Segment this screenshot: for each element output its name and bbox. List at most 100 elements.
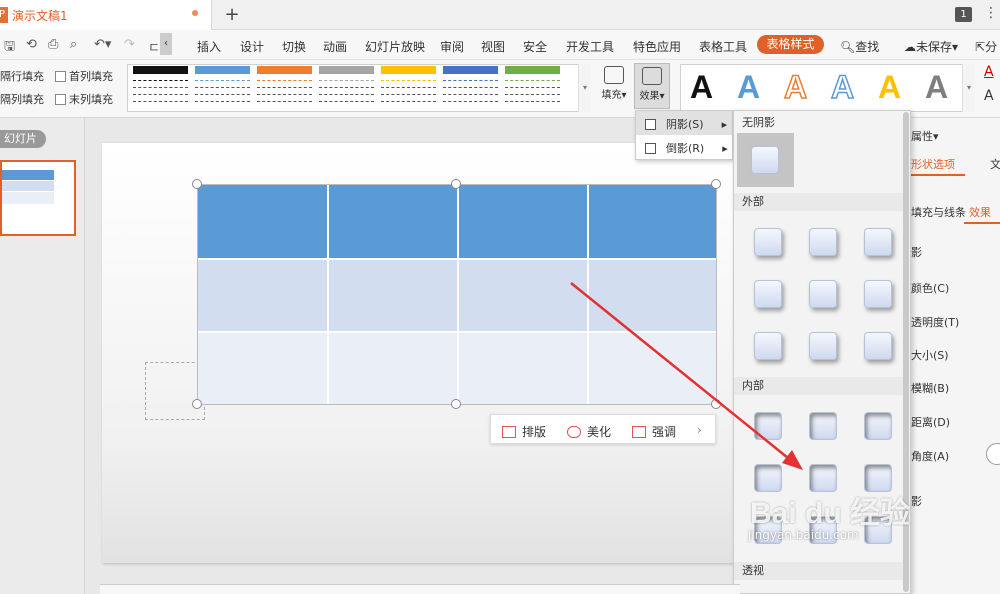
- outer-shadow-preset[interactable]: [754, 280, 782, 308]
- slide-table[interactable]: [197, 184, 717, 405]
- resize-handle[interactable]: [192, 179, 202, 189]
- table-style-swatch[interactable]: [381, 66, 436, 108]
- menu-view[interactable]: 视图: [481, 38, 505, 55]
- resize-handle[interactable]: [451, 179, 461, 189]
- active-tab-underline: [905, 174, 965, 176]
- document-tab[interactable]: P 演示文稿1: [0, 0, 212, 30]
- horizontal-scrollbar[interactable]: [100, 584, 740, 594]
- effects-tab[interactable]: 效果: [969, 204, 991, 220]
- active-tab-underline: [964, 222, 1000, 224]
- emphasize-button[interactable]: 强调: [632, 423, 676, 440]
- menu-table-tools[interactable]: 表格工具: [699, 38, 747, 55]
- effect-icon: [642, 67, 662, 85]
- outer-heading: 外部: [734, 193, 904, 211]
- undo-icon[interactable]: ↶▾: [94, 37, 111, 52]
- search-button[interactable]: 🔍︎查找: [840, 38, 879, 55]
- menu-special[interactable]: 特色应用: [633, 38, 681, 55]
- outer-shadow-preset[interactable]: [864, 280, 892, 308]
- table-style-swatch[interactable]: [319, 66, 374, 108]
- unsaved-dot-icon: [192, 10, 198, 16]
- checkbox: [55, 94, 66, 105]
- text-placeholder[interactable]: [145, 362, 205, 420]
- save-icon[interactable]: 🖫: [4, 37, 15, 59]
- beautify-button[interactable]: 美化: [567, 423, 611, 440]
- document-title: 演示文稿1: [12, 9, 68, 23]
- gallery-scroll[interactable]: ▾: [578, 64, 591, 112]
- outer-shadow-preset[interactable]: [809, 280, 837, 308]
- menu-security[interactable]: 安全: [523, 38, 547, 55]
- outer-shadow-preset[interactable]: [809, 332, 837, 360]
- thumb-row: [2, 170, 54, 180]
- outer-shadow-preset[interactable]: [754, 228, 782, 256]
- slide-thumbnail[interactable]: [0, 160, 76, 236]
- layout-icon: [502, 426, 516, 438]
- table-style-swatch[interactable]: [257, 66, 312, 108]
- text-outline-icon[interactable]: A: [984, 88, 994, 104]
- print-preview-icon[interactable]: ⌕: [70, 37, 77, 52]
- more-quick-icon[interactable]: ㄷ: [148, 37, 160, 56]
- wordart-scroll[interactable]: ▾: [962, 64, 975, 112]
- effect-button[interactable]: 效果▾: [634, 63, 670, 109]
- reflection-section-label: 影: [911, 495, 922, 508]
- resize-handle[interactable]: [711, 179, 721, 189]
- outer-shadow-preset[interactable]: [809, 228, 837, 256]
- share-button[interactable]: ⇱分: [975, 38, 997, 55]
- menu-table-style[interactable]: 表格样式: [757, 35, 824, 54]
- col-fill-option[interactable]: 隔列填充: [0, 91, 44, 107]
- menu-design[interactable]: 设计: [240, 38, 264, 55]
- chevron-right-icon: ▸: [721, 118, 728, 131]
- inner-shadow-preset[interactable]: [809, 412, 837, 440]
- scroll-left-icon[interactable]: ‹: [160, 33, 172, 55]
- no-shadow-option[interactable]: [737, 133, 794, 187]
- menu-developer[interactable]: 开发工具: [566, 38, 614, 55]
- shape-options-tab[interactable]: 形状选项: [911, 156, 955, 172]
- wordart-style[interactable]: A: [878, 64, 901, 110]
- resize-handle[interactable]: [192, 399, 202, 409]
- wordart-style[interactable]: A: [830, 64, 855, 110]
- menu-animation[interactable]: 动画: [323, 38, 347, 55]
- shadow-menu-item[interactable]: 阴影(S) ▸: [645, 116, 727, 132]
- layout-button[interactable]: 排版: [502, 423, 546, 440]
- last-col-option[interactable]: 末列填充: [55, 91, 113, 107]
- table-style-swatch[interactable]: [195, 66, 250, 108]
- resize-handle[interactable]: [711, 399, 721, 409]
- menu-review[interactable]: 审阅: [440, 38, 464, 55]
- chevron-right-icon[interactable]: ›: [697, 423, 702, 437]
- inner-shadow-preset[interactable]: [754, 412, 782, 440]
- outer-shadow-preset[interactable]: [864, 228, 892, 256]
- table-style-swatch[interactable]: [505, 66, 560, 108]
- wordart-style[interactable]: A: [737, 64, 760, 110]
- menu-transition[interactable]: 切换: [282, 38, 306, 55]
- new-tab-button[interactable]: +: [222, 4, 242, 26]
- wordart-style[interactable]: A: [690, 64, 713, 110]
- redo-icon[interactable]: ↷: [124, 37, 135, 52]
- reflection-menu-item[interactable]: 倒影(R) ▸: [645, 140, 728, 156]
- window-count-badge[interactable]: 1: [955, 7, 972, 22]
- outer-shadow-preset[interactable]: [864, 332, 892, 360]
- menu-slideshow[interactable]: 幻灯片放映: [365, 38, 425, 55]
- color-label: 颜色(C): [911, 282, 950, 295]
- chevron-right-icon: ▸: [722, 142, 728, 155]
- row-fill-option[interactable]: 隔行填充: [0, 68, 44, 84]
- checkbox: [645, 143, 656, 154]
- fill-line-tab[interactable]: 填充与线条: [911, 204, 966, 220]
- wordart-style[interactable]: A: [925, 64, 948, 110]
- fill-button[interactable]: 填充▾: [596, 63, 632, 109]
- print-icon[interactable]: ⎙: [48, 37, 58, 52]
- text-options-tab[interactable]: 文: [990, 156, 1000, 172]
- resize-handle[interactable]: [451, 399, 461, 409]
- slides-tab[interactable]: 幻灯片: [0, 130, 46, 148]
- cloud-save-button[interactable]: ☁未保存▾: [904, 38, 958, 55]
- font-color-icon[interactable]: A: [984, 64, 994, 80]
- inner-shadow-preset[interactable]: [864, 412, 892, 440]
- table-style-swatch[interactable]: [443, 66, 498, 108]
- menu-insert[interactable]: 插入: [197, 38, 221, 55]
- format-painter-icon[interactable]: ⟲: [26, 37, 37, 52]
- table-style-swatch[interactable]: [133, 66, 188, 108]
- wordart-style[interactable]: A: [783, 64, 808, 110]
- first-col-option[interactable]: 首列填充: [55, 68, 113, 84]
- fill-bucket-icon: [604, 66, 624, 84]
- transparency-label: 透明度(T): [911, 316, 960, 329]
- more-icon[interactable]: ⋮: [984, 5, 998, 21]
- outer-shadow-preset[interactable]: [754, 332, 782, 360]
